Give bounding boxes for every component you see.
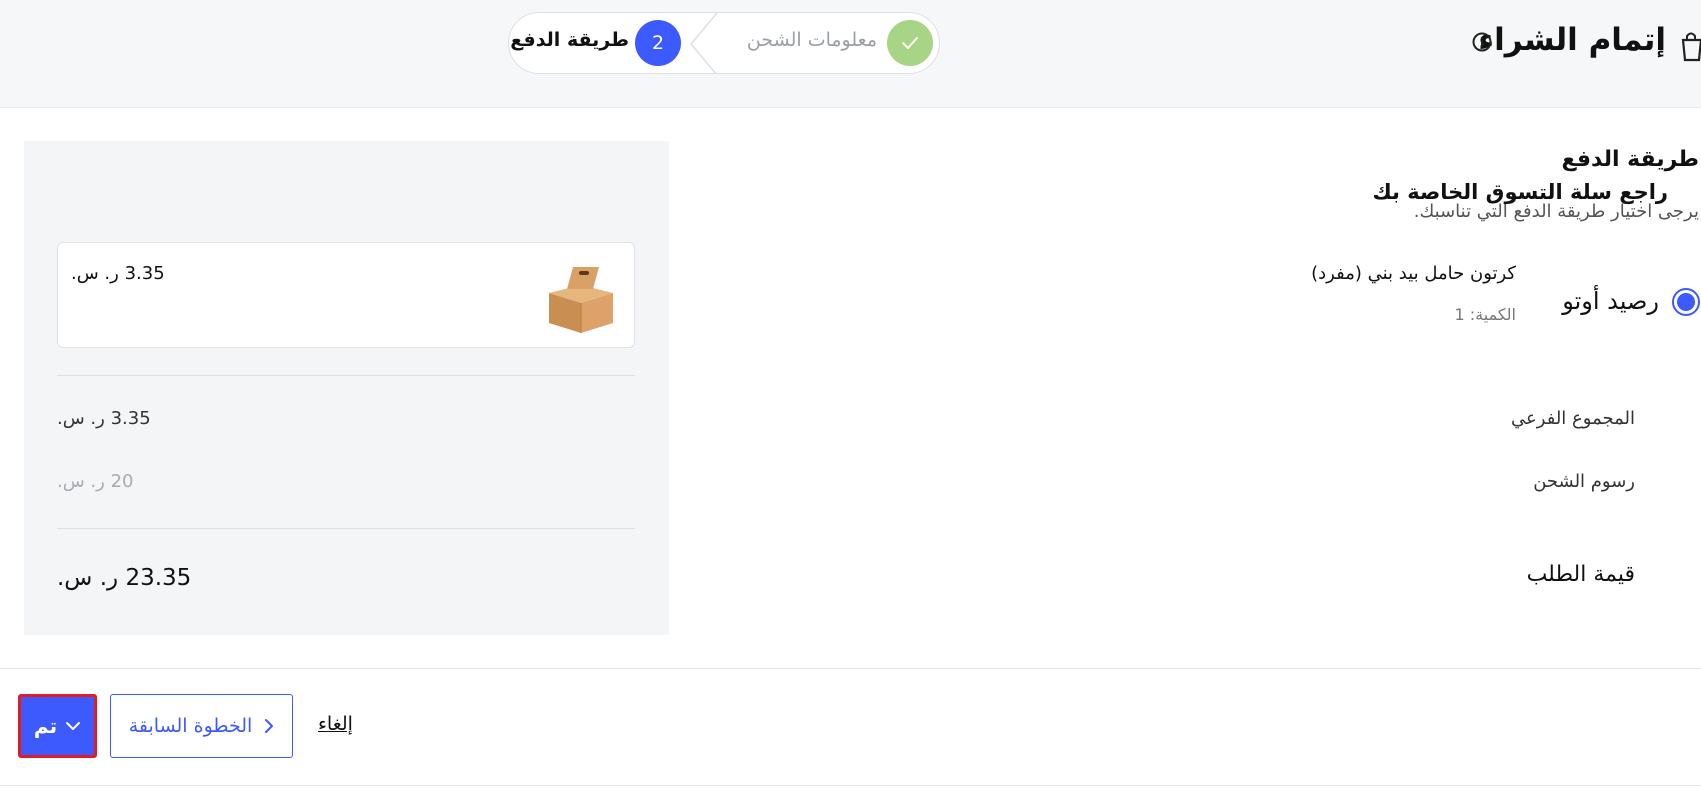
payment-method-title: طريقة الدفع — [1561, 147, 1699, 172]
footer-divider — [0, 668, 1701, 669]
check-icon — [902, 37, 918, 49]
previous-step-button[interactable]: الخطوة السابقة — [110, 694, 293, 758]
subtotal-label: المجموع الفرعي — [1511, 408, 1635, 429]
info-icon[interactable] — [1471, 31, 1493, 53]
summary-divider — [57, 375, 635, 376]
done-button-label: تم — [33, 714, 58, 738]
page-title: إتمام الشراء — [1478, 22, 1666, 58]
step-shipping-info[interactable]: معلومات الشحن — [737, 29, 877, 51]
step-payment-method[interactable]: طريقة الدفع — [510, 29, 629, 51]
payment-option-label[interactable]: رصيد أوتو — [1562, 287, 1659, 315]
shopping-bag-icon — [1679, 30, 1701, 64]
chevron-down-icon — [66, 722, 81, 730]
step-divider-chevron — [687, 13, 723, 73]
radio-selected-dot — [1677, 293, 1695, 311]
checkout-stepper: معلومات الشحن 2 طريقة الدفع — [508, 12, 940, 74]
shipping-fee-label: رسوم الشحن — [1533, 471, 1635, 492]
previous-step-label: الخطوة السابقة — [128, 715, 253, 737]
cardboard-box-image — [541, 263, 619, 335]
cart-item-name: كرتون حامل بيد بني (مفرد) — [1311, 263, 1516, 284]
subtotal-value: 3.35 ر. س. — [57, 408, 151, 429]
step-active-number: 2 — [635, 20, 681, 66]
footer-bottom-divider — [0, 785, 1701, 786]
cancel-link[interactable]: إلغاء — [318, 713, 353, 735]
order-total-label: قيمة الطلب — [1526, 562, 1635, 587]
cart-summary-panel — [24, 141, 669, 635]
summary-divider — [57, 528, 635, 529]
cart-item-price: 3.35 ر. س. — [71, 263, 165, 284]
shipping-fee-value: 20 ر. س. — [57, 471, 134, 492]
chevron-right-icon — [265, 719, 274, 733]
done-button[interactable]: تم — [18, 694, 97, 758]
cart-item-quantity: الكمية: 1 — [1454, 305, 1516, 324]
order-total-value: 23.35 ر. س. — [57, 565, 192, 591]
step-completed-indicator — [887, 20, 933, 66]
payment-method-subtitle: يرجى اختيار طريقة الدفع التي تناسبك. — [1413, 201, 1699, 222]
cart-summary-title: راجع سلة التسوق الخاصة بك — [1372, 180, 1668, 204]
